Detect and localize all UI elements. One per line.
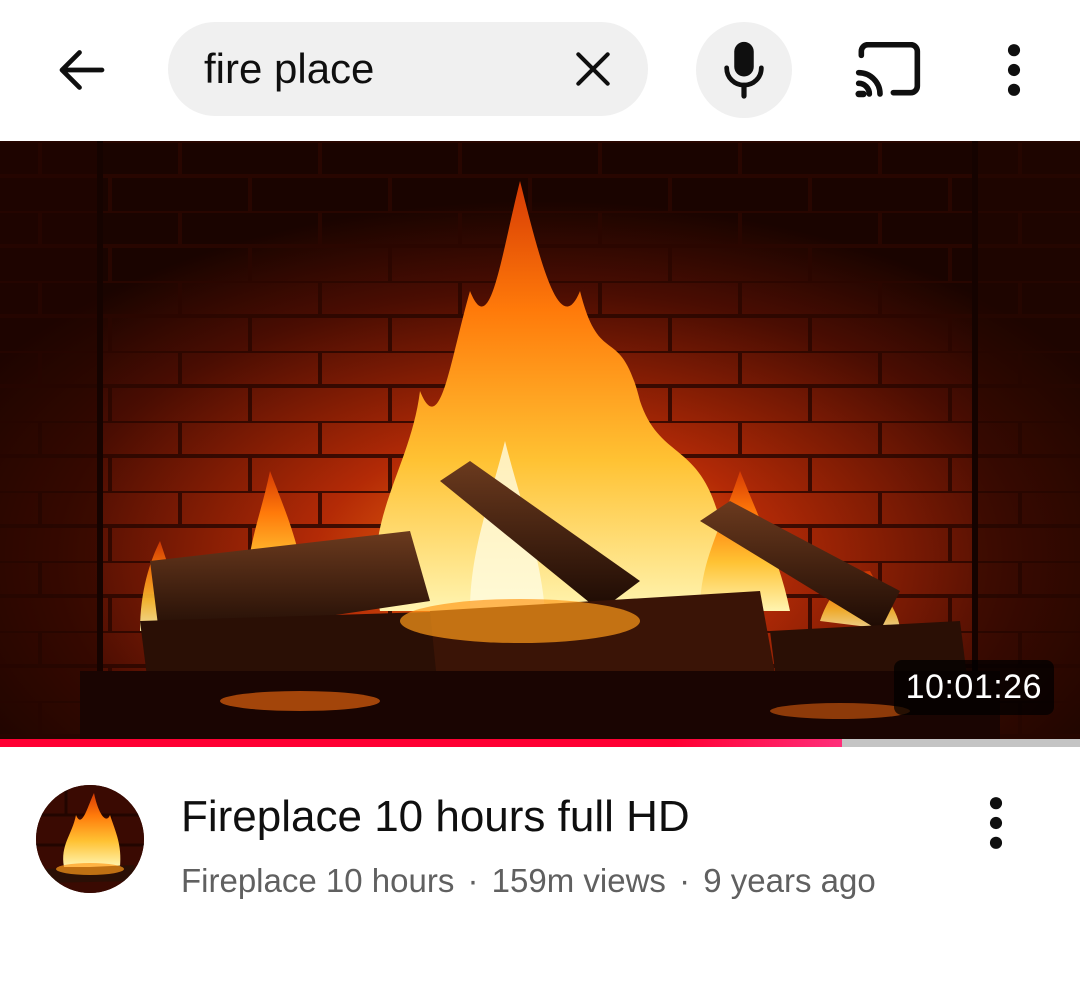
video-more-options-button[interactable] xyxy=(950,777,1042,869)
video-title[interactable]: Fireplace 10 hours full HD xyxy=(181,789,690,845)
upload-age: 9 years ago xyxy=(703,862,876,899)
more-options-button[interactable] xyxy=(966,22,1062,118)
more-vertical-icon xyxy=(989,797,1003,849)
search-header: fire place xyxy=(0,0,1080,141)
channel-name[interactable]: Fireplace 10 hours xyxy=(181,862,454,899)
voice-search-button[interactable] xyxy=(696,22,792,118)
arrow-left-icon xyxy=(59,50,105,90)
video-duration-badge: 10:01:26 xyxy=(893,660,1054,715)
meta-separator: · xyxy=(679,862,691,899)
channel-avatar[interactable] xyxy=(36,785,144,893)
close-icon xyxy=(576,52,610,86)
meta-separator: · xyxy=(467,862,479,899)
clear-search-button[interactable] xyxy=(546,22,640,116)
watch-progress-bar xyxy=(0,739,1080,747)
fireplace-image xyxy=(0,141,1080,739)
cast-icon xyxy=(855,42,921,98)
back-button[interactable] xyxy=(34,22,130,118)
watch-progress-fill xyxy=(0,739,843,747)
fireplace-avatar-image xyxy=(36,785,144,893)
view-count: 159m views xyxy=(491,862,666,899)
video-metadata: Fireplace 10 hours · 159m views · 9 year… xyxy=(181,859,876,903)
microphone-icon xyxy=(724,41,764,99)
search-query-text: fire place xyxy=(204,45,375,92)
cast-button[interactable] xyxy=(840,22,936,118)
video-thumbnail[interactable]: 10:01:26 xyxy=(0,141,1080,739)
video-details: Fireplace 10 hours full HD Fireplace 10 … xyxy=(0,747,1080,989)
more-vertical-icon xyxy=(1007,44,1021,96)
